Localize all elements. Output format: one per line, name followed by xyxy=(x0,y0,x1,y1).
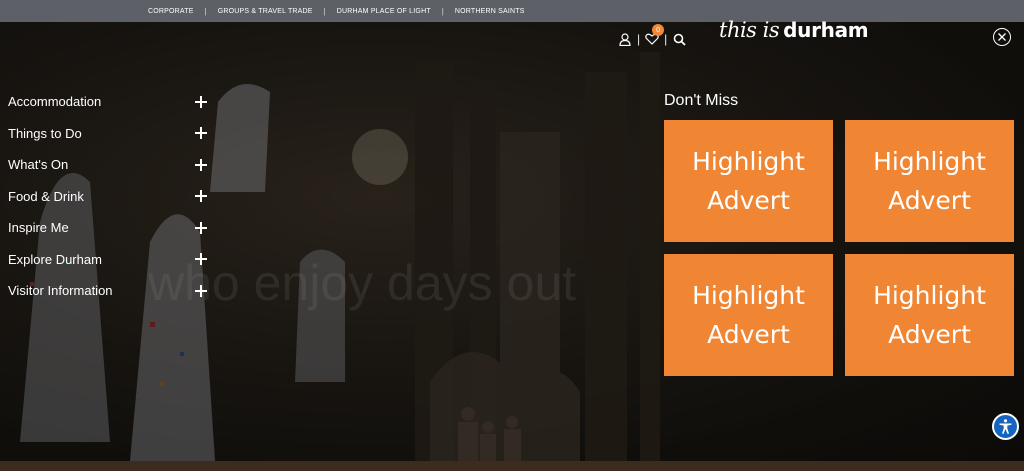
menu-item-inspire-me[interactable]: Inspire Me xyxy=(8,212,213,244)
advert-text: Highlight Advert xyxy=(873,147,986,215)
topbar-link-corporate[interactable]: CORPORATE xyxy=(148,8,194,15)
highlight-advert[interactable]: Highlight Advert xyxy=(845,120,1014,242)
search-icon[interactable] xyxy=(671,31,687,47)
highlight-advert-grid: Highlight Advert Highlight Advert Highligh… xyxy=(664,120,1014,376)
topbar-link-durham-place-of-light[interactable]: DURHAM PLACE OF LIGHT xyxy=(337,8,431,15)
menu-item-whats-on[interactable]: What's On xyxy=(8,149,213,181)
logo-text-durham: durham xyxy=(783,18,869,42)
advert-text: Highlight Advert xyxy=(692,281,805,349)
plus-icon[interactable] xyxy=(195,95,207,108)
accessibility-icon xyxy=(999,419,1012,434)
plus-icon[interactable] xyxy=(195,221,207,234)
highlight-advert[interactable]: Highlight Advert xyxy=(664,120,833,242)
menu-item-label: Food & Drink xyxy=(8,188,84,204)
plus-icon[interactable] xyxy=(195,190,207,203)
accessibility-button[interactable] xyxy=(992,413,1019,440)
menu-item-explore-durham[interactable]: Explore Durham xyxy=(8,244,213,276)
highlight-advert[interactable]: Highlight Advert xyxy=(664,254,833,376)
plus-icon[interactable] xyxy=(195,158,207,171)
header-icon-group: | 0 | xyxy=(617,24,687,47)
close-menu-button[interactable] xyxy=(993,28,1011,46)
menu-item-things-to-do[interactable]: Things to Do xyxy=(8,118,213,150)
header-separator: | xyxy=(637,32,641,46)
menu-item-accommodation[interactable]: Accommodation xyxy=(8,86,213,118)
plus-icon[interactable] xyxy=(195,253,207,266)
menu-item-label: Explore Durham xyxy=(8,251,102,267)
plus-icon[interactable] xyxy=(195,284,207,297)
topbar-separator: | xyxy=(441,6,444,16)
header-separator: | xyxy=(664,32,668,46)
close-icon xyxy=(998,33,1006,41)
topbar-link-groups-travel-trade[interactable]: GROUPS & TRAVEL TRADE xyxy=(218,8,313,15)
wishlist-count-badge: 0 xyxy=(652,24,665,36)
menu-item-label: Things to Do xyxy=(8,125,82,141)
menu-item-food-drink[interactable]: Food & Drink xyxy=(8,181,213,213)
plus-icon[interactable] xyxy=(195,127,207,140)
advert-text: Highlight Advert xyxy=(873,281,986,349)
heart-icon[interactable]: 0 xyxy=(644,24,665,47)
site-logo[interactable]: this is durham xyxy=(719,18,869,50)
topbar-separator: | xyxy=(323,6,326,16)
topbar-separator: | xyxy=(204,6,207,16)
top-utility-bar: CORPORATE | GROUPS & TRAVEL TRADE | DURH… xyxy=(0,0,1024,22)
highlight-advert[interactable]: Highlight Advert xyxy=(845,254,1014,376)
logo-text-this-is: this is xyxy=(719,18,780,42)
main-menu: Accommodation Things to Do What's On Foo… xyxy=(8,86,213,307)
dont-miss-heading: Don't Miss xyxy=(664,92,739,109)
advert-text: Highlight Advert xyxy=(692,147,805,215)
menu-item-label: Inspire Me xyxy=(8,220,69,236)
menu-item-label: Visitor Information xyxy=(8,283,113,299)
topbar-link-northern-saints[interactable]: NORTHERN SAINTS xyxy=(455,8,525,15)
bottom-strip xyxy=(0,461,1024,471)
menu-item-visitor-information[interactable]: Visitor Information xyxy=(8,275,213,307)
menu-item-label: Accommodation xyxy=(8,94,102,110)
menu-item-label: What's On xyxy=(8,157,69,173)
user-icon[interactable] xyxy=(617,31,633,47)
